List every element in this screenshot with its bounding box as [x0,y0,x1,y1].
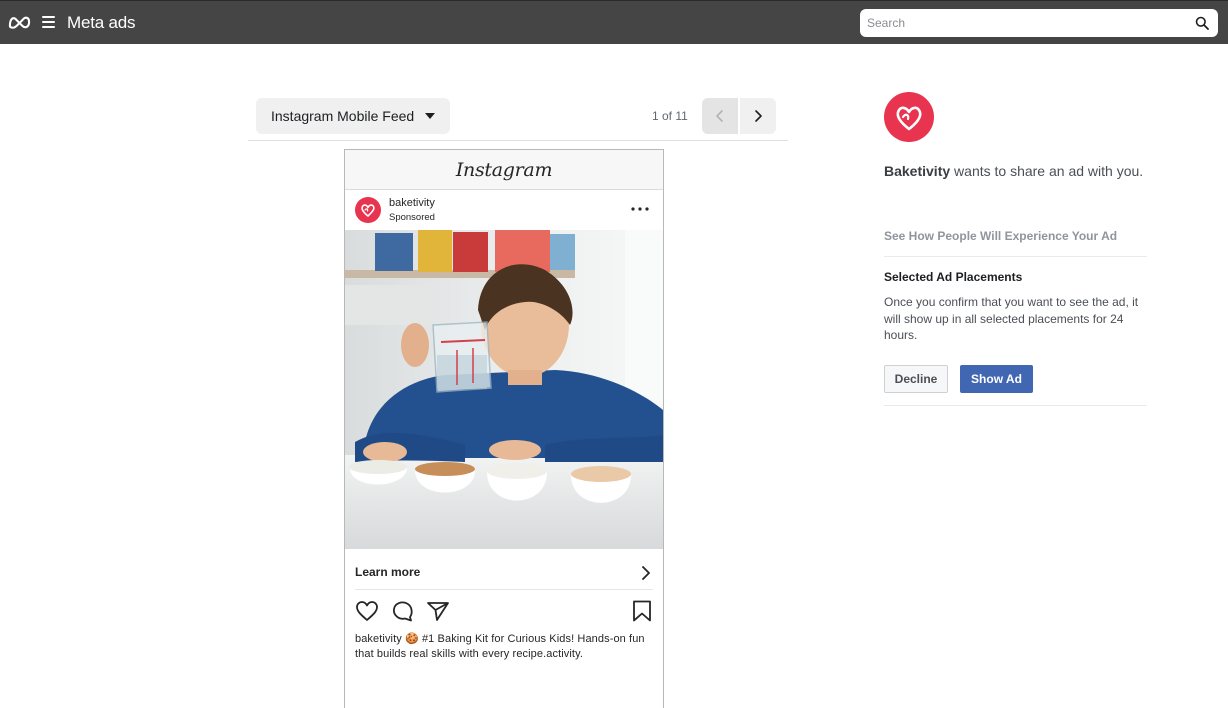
account-avatar[interactable] [355,197,381,223]
placements-description: Once you confirm that you want to see th… [884,295,1139,342]
placement-label: Instagram Mobile Feed [271,108,415,124]
panel-divider-bottom [884,405,1147,406]
chevron-right-icon [755,110,762,122]
ad-preview-frame: Instagram baketivity Sponsored Learn mor… [344,149,664,708]
panel-divider-top [884,256,1147,257]
advertiser-name: Baketivity [884,163,951,179]
post-actions [355,590,653,632]
chevron-left-icon [716,110,723,122]
learn-more-label: Learn more [355,565,421,579]
pager-count: 1 of 11 [652,109,688,123]
meta-logo-icon[interactable] [8,13,31,31]
share-message-text: wants to share an ad with you. [950,163,1144,179]
account-name[interactable]: baketivity [389,197,435,209]
comment-icon[interactable] [391,600,415,622]
caret-down-icon [425,113,435,119]
share-icon[interactable] [426,600,450,622]
instagram-wordmark: Instagram [455,158,553,181]
more-options-icon[interactable] [631,207,649,211]
post-caption: baketivity 🍪 #1 Baking Kit for Curious K… [355,633,645,660]
chevron-right-icon [642,566,650,580]
show-ad-button[interactable]: Show Ad [960,365,1033,393]
post-header: baketivity Sponsored [345,190,663,230]
sponsored-label: Sponsored [389,212,435,223]
toolbar-divider [248,140,788,141]
hamburger-icon[interactable] [42,16,55,28]
search-icon[interactable] [1195,16,1209,30]
placement-dropdown[interactable]: Instagram Mobile Feed [256,98,450,134]
see-how-heading: See How People Will Experience Your Ad [884,229,1118,243]
placements-title: Selected Ad Placements [884,270,1023,284]
instagram-header: Instagram [345,150,663,190]
advertiser-logo [884,92,934,142]
bookmark-icon[interactable] [630,600,654,622]
decline-button[interactable]: Decline [884,365,948,393]
search-input[interactable] [860,9,1180,37]
ad-image[interactable] [345,230,663,549]
next-button[interactable] [740,98,776,134]
learn-more-button[interactable]: Learn more [355,554,653,590]
app-title[interactable]: Meta ads [67,13,136,33]
heart-icon[interactable] [355,600,379,622]
search-box[interactable] [860,9,1218,37]
top-bar: Meta ads [0,0,1228,44]
previous-button[interactable] [702,98,738,134]
share-message: Baketivity wants to share an ad with you… [884,163,1143,179]
